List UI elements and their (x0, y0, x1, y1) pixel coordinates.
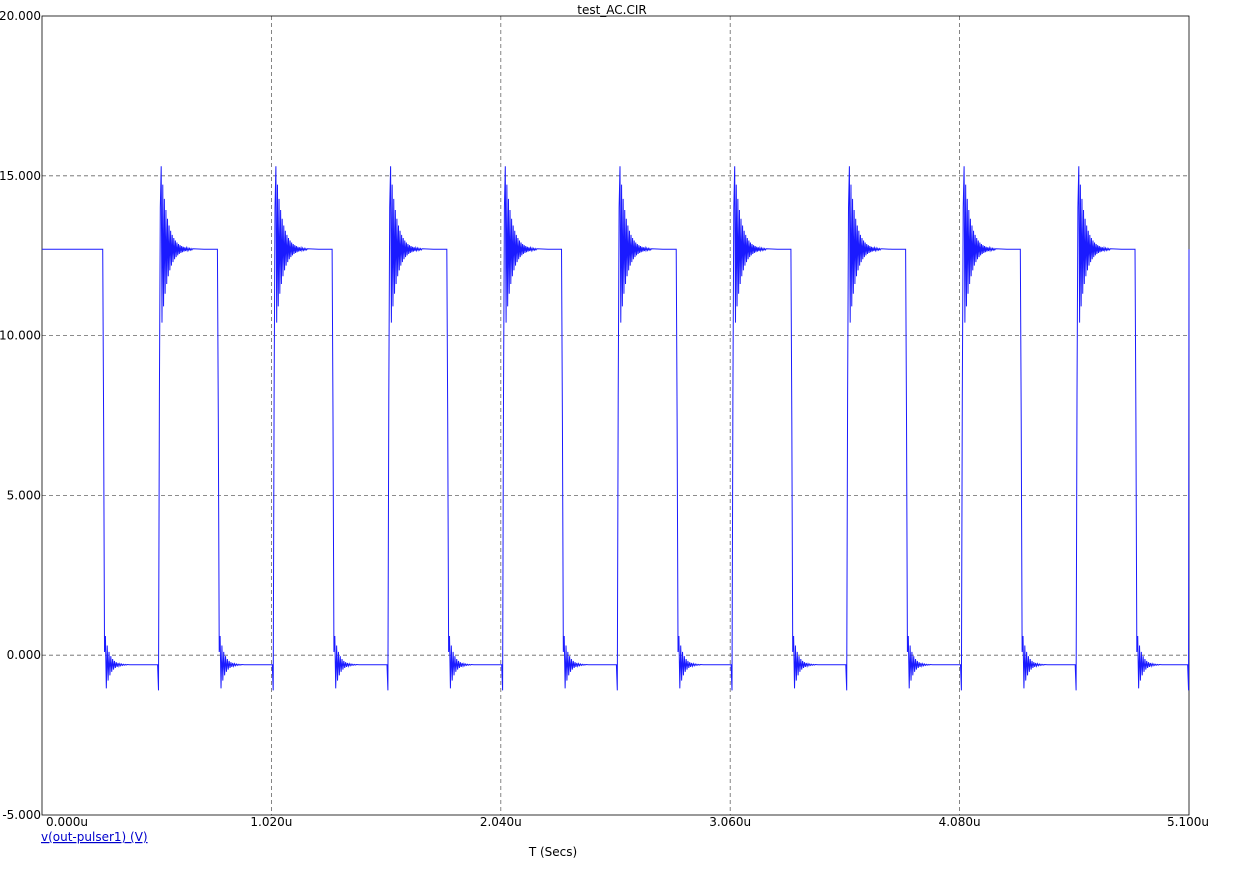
chart-title: test_AC.CIR (577, 3, 647, 17)
x-tick-label: 4.080u (939, 815, 981, 829)
y-tick-label: 10.000 (0, 329, 41, 343)
x-tick-label: 1.020u (250, 815, 292, 829)
legend-entry-series[interactable]: v(out-pulser1) (V) (41, 830, 148, 844)
y-tick-label: 20.000 (0, 9, 41, 23)
x-tick-label: 2.040u (480, 815, 522, 829)
chart-background (0, 0, 1249, 883)
y-tick-label: 0.000 (7, 648, 41, 662)
x-tick-label: 5.100u (1167, 815, 1209, 829)
y-tick-label: 15.000 (0, 169, 41, 183)
y-tick-label: -5.000 (2, 808, 41, 822)
x-axis-label: T (Secs) (528, 845, 577, 859)
x-tick-label: 3.060u (709, 815, 751, 829)
y-tick-label: 5.000 (7, 488, 41, 502)
chart: -5.000 0.000 5.000 10.000 15.000 20.000 0.000u… (0, 0, 1249, 883)
x-tick-label: 0.000u (46, 815, 88, 829)
